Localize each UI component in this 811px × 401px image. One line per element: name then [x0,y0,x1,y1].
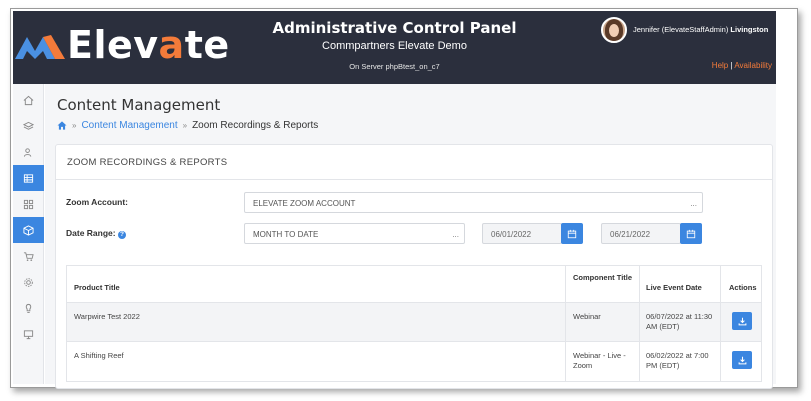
main-content: Content Management » Content Management … [45,84,776,389]
server-info: On Server phpBtest_on_c7 [349,62,440,71]
date-range-select[interactable]: MONTH TO DATE ... [244,223,465,244]
live-event-date-cell: 06/02/2022 at 7:00 PM (EDT) [646,351,709,370]
card-title: ZOOM RECORDINGS & REPORTS [56,145,772,180]
column-header-live-event-date[interactable]: Live Event Date [646,283,702,292]
product-title-cell: A Shifting Reef [74,351,124,360]
download-icon [738,317,746,325]
help-icon[interactable]: ? [117,231,126,239]
top-header: Elevate Administrative Control Panel Com… [13,11,776,84]
download-icon [738,356,746,364]
date-range-label: Date Range: ? [66,228,126,239]
gear-icon [24,277,33,287]
product-title-cell: Warpwire Test 2022 [74,312,140,321]
calendar-icon [567,229,577,238]
help-link[interactable]: Help [712,61,728,70]
download-button[interactable] [732,312,752,330]
home-icon[interactable] [57,121,67,130]
sidebar-item-ideas[interactable] [13,295,44,321]
breadcrumb: » Content Management » Zoom Recordings &… [57,120,318,131]
recordings-table: Product Title Component Title Live Event… [66,265,762,382]
sidebar-item-settings[interactable] [13,269,44,295]
zoom-account-value: ELEVATE ZOOM ACCOUNT [253,199,356,208]
header-links: Help | Availability [712,61,772,70]
sidebar-item-layers[interactable] [13,113,44,139]
sidebar-item-home[interactable] [13,87,44,113]
table-row: Warpwire Test 2022 Webinar 06/07/2022 at… [67,303,761,342]
live-event-date-cell: 06/07/2022 at 11:30 AM (EDT) [646,312,713,331]
sidebar-item-grid[interactable] [13,191,44,217]
table-header-row: Product Title Component Title Live Event… [67,266,761,303]
sidebar-item-cart[interactable] [13,243,44,269]
column-header-component-title[interactable]: Component Title [573,273,633,283]
user-name[interactable]: Jennifer (ElevateStaffAdmin) Livingston [633,25,768,34]
start-date-calendar-button[interactable] [561,223,583,244]
breadcrumb-separator: » [182,121,188,130]
lightbulb-icon [25,303,32,313]
breadcrumb-separator: » [72,121,77,130]
box-icon [23,224,34,236]
column-header-product-title[interactable]: Product Title [74,283,120,292]
select-dots: ... [690,199,697,208]
sidebar-item-table[interactable] [13,165,44,191]
select-dots: ... [452,230,459,239]
breadcrumb-current: Zoom Recordings & Reports [192,120,319,131]
grid-icon [23,199,34,209]
table-icon [23,173,34,183]
page-title: Content Management [57,96,221,114]
end-date-calendar-button[interactable] [680,223,702,244]
sidebar [13,84,44,384]
sidebar-item-users[interactable] [13,139,44,165]
breadcrumb-content-management[interactable]: Content Management [81,120,177,131]
zoom-account-select[interactable]: ELEVATE ZOOM ACCOUNT ... [244,192,703,213]
users-icon [23,147,32,157]
sidebar-item-box[interactable] [13,217,44,243]
component-title-cell: Webinar [573,312,601,321]
end-date-input[interactable]: 06/21/2022 [601,223,681,244]
home-icon [23,95,34,105]
sidebar-item-monitor[interactable] [13,321,44,347]
panel-subtitle: Commpartners Elevate Demo [322,40,467,52]
calendar-icon [686,229,696,238]
date-range-label-text: Date Range: [66,228,116,238]
download-button[interactable] [732,351,752,369]
user-name-last: Livingston [730,25,769,34]
cart-icon [23,251,34,261]
link-separator: | [730,61,733,70]
zoom-account-label: Zoom Account: [66,197,129,207]
availability-link[interactable]: Availability [734,61,772,70]
user-name-first: Jennifer (ElevateStaffAdmin) [633,25,729,34]
zoom-recordings-card: ZOOM RECORDINGS & REPORTS Zoom Account: … [55,144,773,389]
column-header-actions: Actions [729,283,757,292]
table-row: A Shifting Reef Webinar - Live - Zoom 06… [67,342,761,381]
layers-icon [23,121,34,130]
avatar[interactable] [601,17,627,43]
component-title-cell: Webinar - Live - Zoom [573,351,626,370]
start-date-input[interactable]: 06/01/2022 [482,223,562,244]
date-range-value: MONTH TO DATE [253,230,319,239]
monitor-icon [23,329,34,339]
